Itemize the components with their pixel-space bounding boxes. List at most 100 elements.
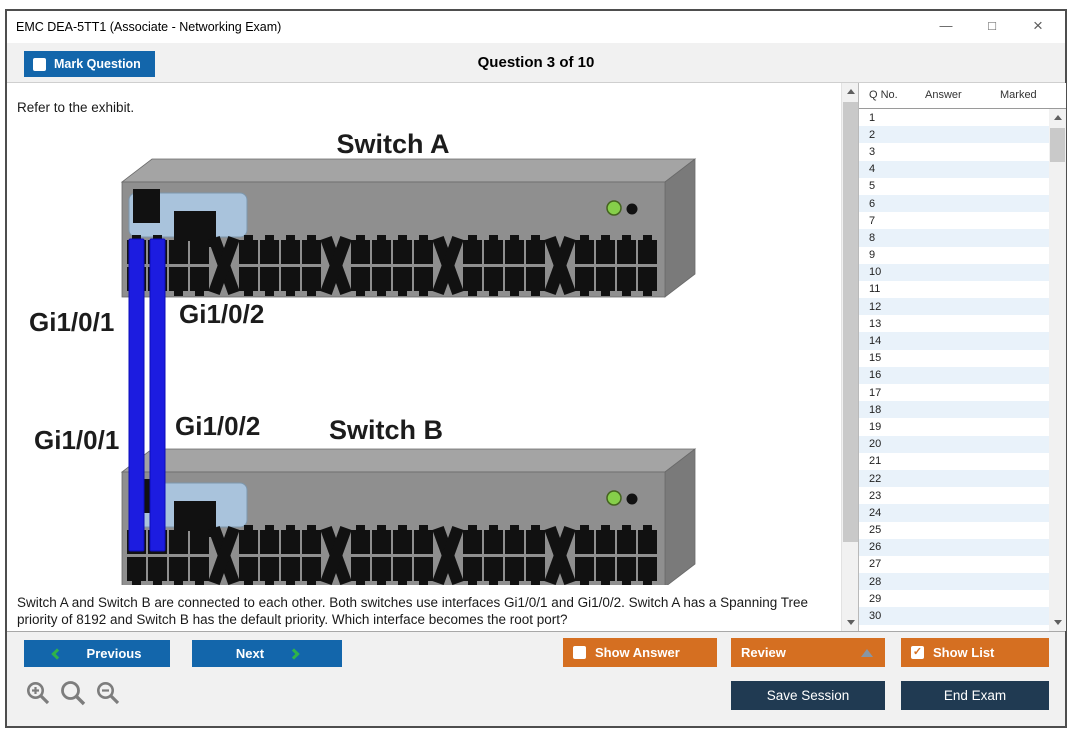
window-controls: — □ × — [923, 11, 1061, 43]
qno-cell: 15 — [859, 352, 909, 364]
question-list-row[interactable]: 18 — [859, 401, 1049, 418]
column-answer: Answer — [925, 89, 962, 101]
status-led — [627, 494, 638, 505]
question-list-row[interactable]: 23 — [859, 487, 1049, 504]
question-list-row[interactable]: 20 — [859, 436, 1049, 453]
zoom-in-icon[interactable] — [25, 680, 52, 707]
qno-cell: 4 — [859, 163, 909, 175]
qno-cell: 17 — [859, 387, 909, 399]
scroll-down-icon[interactable] — [1049, 614, 1066, 631]
review-dropdown-button[interactable]: Review — [731, 638, 885, 667]
question-list-row[interactable]: 21 — [859, 453, 1049, 470]
switch-a-graphic — [122, 159, 695, 297]
mark-question-label: Mark Question — [54, 57, 141, 71]
chevron-right-icon — [288, 648, 299, 659]
exhibit-diagram: Switch A Gi1/0/1 Gi1/0/2 Gi1/0/1 Gi1/0/2… — [7, 113, 841, 585]
next-label: Next — [236, 646, 264, 661]
show-answer-button[interactable]: Show Answer — [563, 638, 717, 667]
question-list-row[interactable]: 5 — [859, 178, 1049, 195]
qno-cell: 16 — [859, 369, 909, 381]
minimize-icon[interactable]: — — [923, 11, 969, 43]
save-session-label: Save Session — [767, 688, 850, 703]
qno-cell: 7 — [859, 215, 909, 227]
question-list-row[interactable]: 24 — [859, 504, 1049, 521]
zoom-out-icon[interactable] — [95, 680, 122, 707]
question-counter: Question 3 of 10 — [7, 43, 1065, 83]
qno-cell: 30 — [859, 610, 909, 622]
title-bar: EMC DEA-5TT1 (Associate - Networking Exa… — [7, 11, 1065, 43]
question-list-row[interactable]: 14 — [859, 332, 1049, 349]
question-list-row[interactable]: 13 — [859, 315, 1049, 332]
mark-question-checkbox[interactable] — [33, 58, 46, 71]
question-list-row[interactable]: 6 — [859, 195, 1049, 212]
show-list-checkbox[interactable]: ✓ — [911, 646, 924, 659]
qno-cell: 23 — [859, 490, 909, 502]
scroll-up-icon[interactable] — [842, 83, 859, 100]
end-exam-button[interactable]: End Exam — [901, 681, 1049, 710]
question-list-row[interactable]: 11 — [859, 281, 1049, 298]
question-list-row[interactable]: 17 — [859, 384, 1049, 401]
question-list-row[interactable]: 3 — [859, 143, 1049, 160]
question-list-panel: Q No. Answer Marked 12345678910111213141… — [858, 83, 1065, 631]
question-list-row[interactable]: 15 — [859, 350, 1049, 367]
question-list-row[interactable]: 2 — [859, 126, 1049, 143]
question-text: Switch A and Switch B are connected to e… — [17, 595, 829, 628]
question-list-row[interactable]: 25 — [859, 522, 1049, 539]
question-list-row[interactable]: 22 — [859, 470, 1049, 487]
question-list-rows: 1234567891011121314151617181920212223242… — [859, 109, 1049, 631]
previous-label: Previous — [87, 646, 142, 661]
power-led-green — [607, 201, 621, 215]
question-list-row[interactable]: 7 — [859, 212, 1049, 229]
cable-gi101 — [129, 239, 144, 551]
save-session-button[interactable]: Save Session — [731, 681, 885, 710]
qno-cell: 5 — [859, 180, 909, 192]
question-list-row[interactable]: 10 — [859, 264, 1049, 281]
show-list-label: Show List — [933, 645, 994, 660]
chevron-left-icon — [51, 648, 62, 659]
question-list-row[interactable]: 4 — [859, 161, 1049, 178]
maximize-icon[interactable]: □ — [969, 11, 1015, 43]
question-list-row[interactable]: 19 — [859, 418, 1049, 435]
question-header-bar: Question 3 of 10 Mark Question — [7, 43, 1065, 83]
scroll-down-icon[interactable] — [842, 614, 859, 631]
question-list-row[interactable]: 8 — [859, 229, 1049, 246]
qno-cell: 10 — [859, 266, 909, 278]
question-list-row[interactable]: 26 — [859, 539, 1049, 556]
qno-cell: 22 — [859, 473, 909, 485]
chevron-up-icon — [861, 649, 873, 657]
question-area-scrollbar[interactable] — [841, 83, 858, 631]
qno-cell: 13 — [859, 318, 909, 330]
qno-cell: 27 — [859, 558, 909, 570]
switch-a-port1-label: Gi1/0/1 — [29, 307, 114, 337]
review-label: Review — [741, 645, 786, 660]
qno-cell: 25 — [859, 524, 909, 536]
zoom-reset-icon[interactable] — [59, 679, 88, 708]
scrollbar-thumb[interactable] — [843, 102, 858, 542]
question-list-row[interactable]: 29 — [859, 590, 1049, 607]
mark-question-button[interactable]: Mark Question — [24, 51, 155, 77]
switch-b-port2-label: Gi1/0/2 — [175, 411, 260, 441]
scrollbar-thumb[interactable] — [1050, 128, 1065, 162]
exam-window: EMC DEA-5TT1 (Associate - Networking Exa… — [5, 9, 1067, 728]
question-list-scrollbar[interactable] — [1049, 109, 1066, 631]
previous-button[interactable]: Previous — [24, 640, 170, 667]
show-list-button[interactable]: ✓ Show List — [901, 638, 1049, 667]
qno-cell: 21 — [859, 455, 909, 467]
question-list-row[interactable]: 30 — [859, 607, 1049, 624]
question-list-row[interactable]: 12 — [859, 298, 1049, 315]
qno-cell: 20 — [859, 438, 909, 450]
qno-cell: 9 — [859, 249, 909, 261]
scroll-up-icon[interactable] — [1049, 109, 1066, 126]
question-list-row[interactable]: 1 — [859, 109, 1049, 126]
question-list-row[interactable]: 9 — [859, 247, 1049, 264]
zoom-toolbar — [25, 679, 122, 708]
next-button[interactable]: Next — [192, 640, 342, 667]
switch-a-title: Switch A — [336, 129, 449, 159]
question-list-row[interactable]: 28 — [859, 573, 1049, 590]
close-icon[interactable]: × — [1015, 11, 1061, 43]
question-list-row[interactable]: 27 — [859, 556, 1049, 573]
cable-gi102 — [150, 239, 165, 551]
switch-b-title: Switch B — [329, 415, 443, 445]
show-answer-checkbox[interactable] — [573, 646, 586, 659]
question-list-row[interactable]: 16 — [859, 367, 1049, 384]
